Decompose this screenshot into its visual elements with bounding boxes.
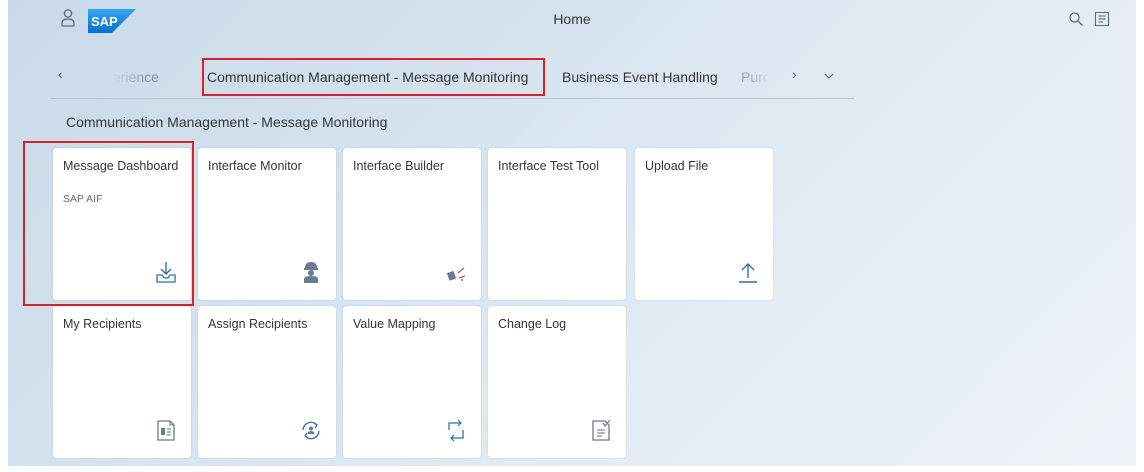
upload-icon [739, 263, 757, 283]
notifications-icon[interactable] [1094, 11, 1110, 27]
tile-subtitle: SAP AIF [63, 193, 103, 205]
tile-my-recipients[interactable]: My Recipients [53, 306, 191, 458]
tile-title: Interface Builder [353, 159, 445, 173]
tile-message-dashboard[interactable]: Message Dashboard SAP AIF [53, 148, 191, 300]
tile-value-mapping[interactable]: Value Mapping [343, 306, 481, 458]
tile-title: Assign Recipients [208, 317, 308, 331]
tile-interface-test-tool[interactable]: Interface Test Tool [488, 148, 626, 300]
user-sync-icon [302, 421, 320, 440]
tile-title: Interface Monitor [208, 159, 302, 173]
tab-clipped-left[interactable]: erience [113, 69, 159, 85]
chevron-left-icon[interactable]: ‹ [58, 66, 72, 86]
tab-highlight-box [202, 58, 545, 96]
tile-title: Change Log [498, 317, 567, 331]
contact-list-icon [157, 420, 175, 441]
document-edit-icon [592, 419, 611, 441]
search-icon[interactable] [1068, 11, 1084, 27]
group-title: Communication Management - Message Monit… [66, 114, 388, 130]
tile-interface-monitor[interactable]: Interface Monitor [198, 148, 336, 300]
shell-bar: SAP Home [8, 0, 1136, 40]
anchor-tab-bar: ‹ erience Communication Management - Mes… [51, 58, 854, 99]
download-tray-icon [156, 262, 176, 283]
tools-icon [446, 267, 466, 281]
tile-title: Value Mapping [353, 317, 436, 331]
tile-title: Upload File [645, 159, 709, 173]
chevron-down-icon[interactable] [822, 66, 836, 86]
chevron-right-icon[interactable]: › [792, 66, 806, 86]
tile-title: Interface Test Tool [498, 159, 599, 173]
tile-title: My Recipients [63, 317, 142, 331]
tab-clipped-right[interactable]: Purc [741, 69, 770, 85]
tile-change-log[interactable]: Change Log [488, 306, 626, 458]
tile-assign-recipients[interactable]: Assign Recipients [198, 306, 336, 458]
mapping-arrows-icon [448, 419, 464, 442]
shell-title: Home [553, 11, 591, 27]
tile-upload-file[interactable]: Upload File [635, 148, 773, 300]
tile-title: Message Dashboard [63, 159, 179, 173]
launchpad-canvas: SAP Home ‹ erience Communication Managem… [8, 0, 1136, 466]
worker-icon [304, 262, 318, 283]
tab-business-event-handling[interactable]: Business Event Handling [562, 69, 718, 85]
tile-interface-builder[interactable]: Interface Builder [343, 148, 481, 300]
